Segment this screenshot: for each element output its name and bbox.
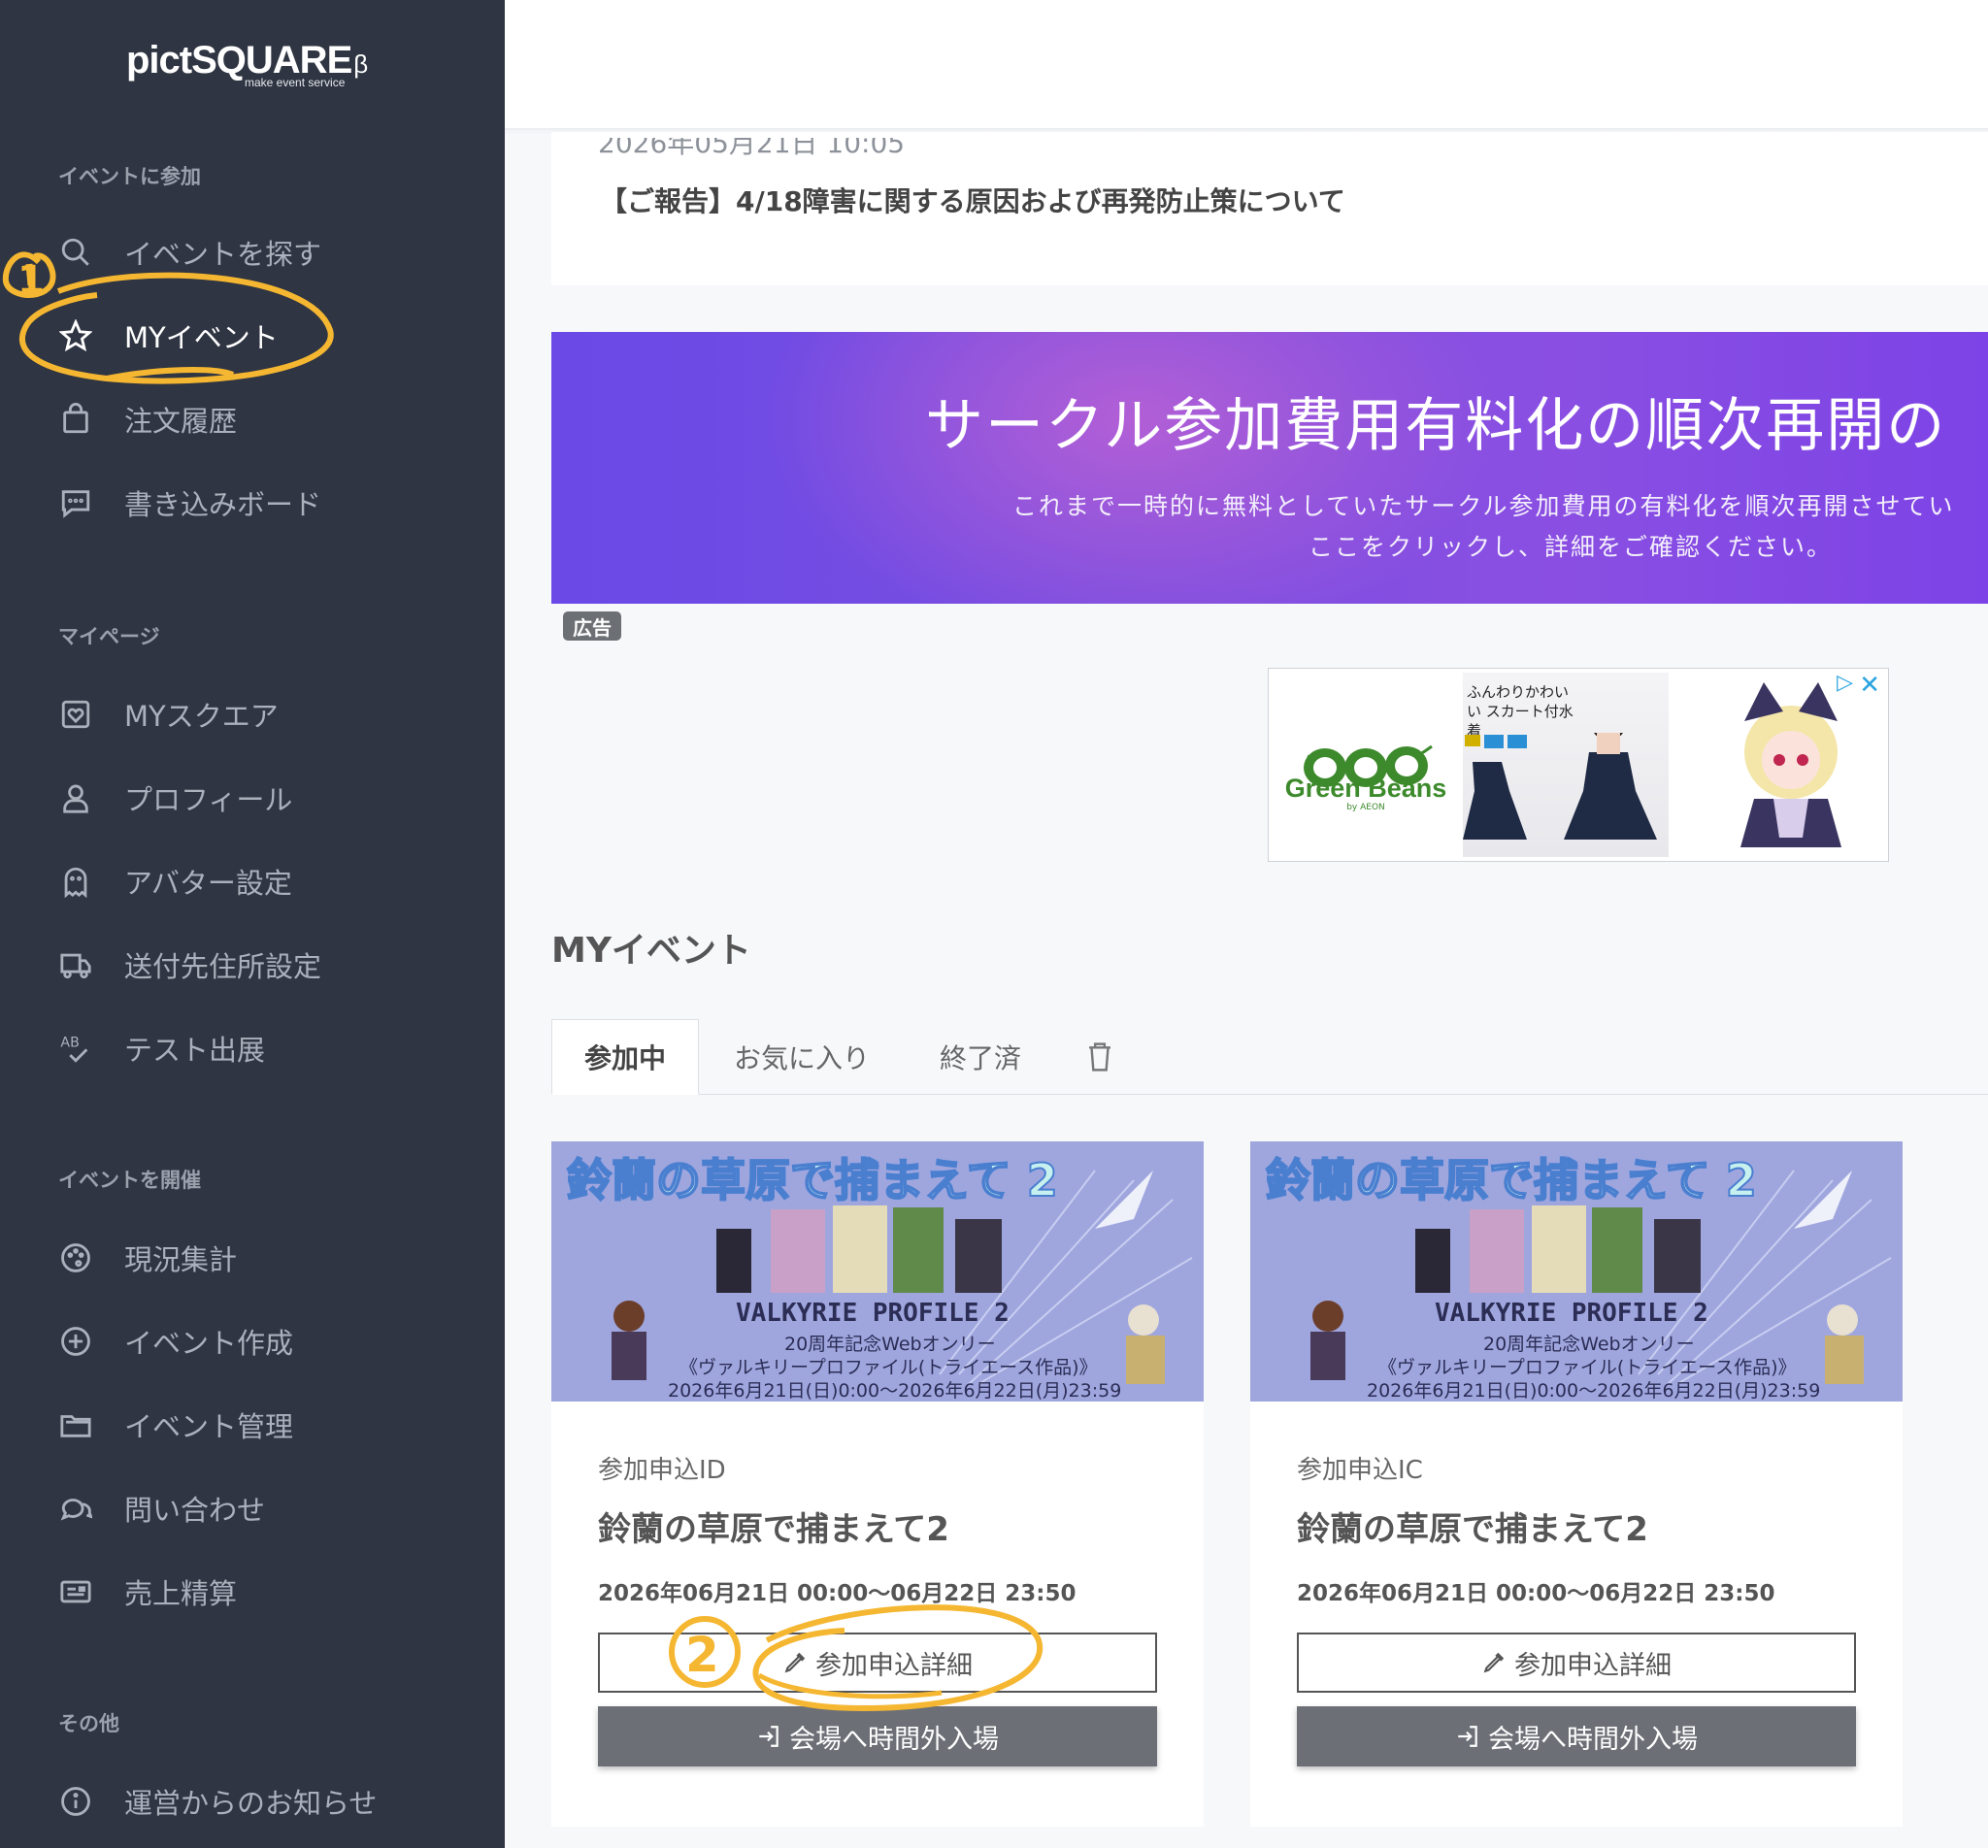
- enter-icon: [756, 1724, 781, 1749]
- event-card-banner[interactable]: 鈴蘭の草原で捕まえて 2 VALKYRIE PROFILE 2 20周年記念We…: [551, 1141, 1204, 1402]
- display-ad[interactable]: Green Beans by AEON ふんわりかわいい スカート付水着 ▷ ✕: [1268, 668, 1889, 862]
- section-title-mypage: マイページ: [58, 625, 160, 648]
- top-bar: [505, 0, 1988, 132]
- enter-icon: [1455, 1724, 1480, 1749]
- sidebar-item-order-history[interactable]: 注文履歴: [56, 390, 237, 448]
- news-title[interactable]: 【ご報告】4/18障害に関する原因および再発防止策について: [600, 181, 1345, 219]
- sidebar-item-profile[interactable]: プロフィール: [56, 769, 292, 827]
- event-card: 鈴蘭の草原で捕まえて 2 VALKYRIE PROFILE 2 20周年記念We…: [1250, 1141, 1903, 1827]
- event-banner-characters: [716, 1205, 1002, 1293]
- id-card-icon: [56, 1572, 95, 1611]
- sidebar-item-find-event[interactable]: イベントを探す: [56, 223, 321, 281]
- ad-product-photo: ふんわりかわいい スカート付水着: [1463, 673, 1669, 857]
- event-banner-game: VALKYRIE PROFILE 2: [736, 1299, 1010, 1328]
- event-banner-characters: [1415, 1205, 1701, 1293]
- chat-icon: [56, 1489, 95, 1528]
- enter-venue-button[interactable]: 会場へ時間外入場: [1297, 1706, 1856, 1766]
- application-detail-button[interactable]: 参加申込詳細: [598, 1633, 1157, 1693]
- application-detail-button[interactable]: 参加申込詳細: [1297, 1633, 1856, 1693]
- tab-ended[interactable]: 終了済: [940, 1019, 1021, 1095]
- ab-check-icon: AB: [56, 1029, 95, 1068]
- news-card[interactable]: 2026年05月21日 10:05 【ご報告】4/18障害に関する原因および再発…: [551, 132, 1988, 285]
- section-title-join: イベントに参加: [58, 165, 201, 188]
- event-banner-line-3: 2026年6月21日(日)0:00〜2026年6月22日(月)23:59: [1367, 1380, 1821, 1402]
- ad-brand: Green Beans: [1284, 774, 1447, 803]
- event-date: 2026年06月21日 00:00〜06月22日 23:50: [598, 1581, 1077, 1606]
- sidebar: pictSQUAREβ make event service イベントに参加 イ…: [0, 0, 505, 1848]
- plus-circle-icon: [56, 1322, 95, 1361]
- application-id-label: 参加申込ID: [598, 1456, 726, 1485]
- banner-line-2: ここをクリックし、詳細をご確認ください。: [1309, 533, 1834, 561]
- info-icon: [56, 1782, 95, 1821]
- banner-title: サークル参加費用有料化の順次再開の: [925, 392, 1947, 460]
- sidebar-item-manage-event[interactable]: イベント管理: [56, 1396, 293, 1454]
- sidebar-item-my-square[interactable]: MYスクエア: [56, 685, 279, 743]
- event-banner-line-3: 2026年6月21日(日)0:00〜2026年6月22日(月)23:59: [668, 1380, 1122, 1402]
- event-title[interactable]: 鈴蘭の草原で捕まえて2: [1297, 1502, 1648, 1550]
- sidebar-item-inquiry[interactable]: 問い合わせ: [56, 1479, 265, 1537]
- my-events-tabs: 参加中 お気に入り 終了済: [551, 1019, 1988, 1095]
- event-title[interactable]: 鈴蘭の草原で捕まえて2: [598, 1502, 949, 1550]
- promo-banner[interactable]: サークル参加費用有料化の順次再開の これまで一時的に無料としていたサークル参加費…: [551, 332, 1988, 604]
- heart-frame-icon: [56, 695, 95, 734]
- sidebar-item-sales-settlement[interactable]: 売上精算: [56, 1563, 237, 1621]
- sidebar-item-shipping-address[interactable]: 送付先住所設定: [56, 936, 321, 994]
- application-id-label: 参加申込IC: [1297, 1456, 1423, 1485]
- event-banner-line-1: 20周年記念Webオンリー: [784, 1334, 996, 1355]
- ad-character-image: [1740, 682, 1841, 847]
- user-icon: [56, 778, 95, 817]
- event-banner-line-2: 《ヴァルキリープロファイル(トライエース作品)》: [679, 1357, 1098, 1378]
- folder-icon: [56, 1405, 95, 1444]
- ad-product-text: ふんわりかわいい スカート付水着: [1467, 683, 1574, 740]
- ad-brand-sub: by AEON: [1346, 803, 1385, 812]
- event-date: 2026年06月21日 00:00〜06月22日 23:50: [1297, 1581, 1775, 1606]
- section-title-other: その他: [58, 1712, 119, 1735]
- sidebar-item-announcements[interactable]: 運営からのお知らせ: [56, 1772, 377, 1831]
- close-ad-icon[interactable]: ✕: [1859, 671, 1880, 700]
- app-logo[interactable]: pictSQUAREβ make event service: [126, 39, 368, 89]
- event-banner-line-1: 20周年記念Webオンリー: [1483, 1334, 1695, 1355]
- search-icon: [56, 233, 95, 272]
- pen-icon: [782, 1650, 808, 1675]
- star-icon: [56, 316, 95, 355]
- sidebar-item-message-board[interactable]: 書き込みボード: [56, 474, 321, 532]
- sidebar-item-test-exhibit[interactable]: AB テスト出展: [56, 1019, 265, 1077]
- event-banner-game: VALKYRIE PROFILE 2: [1435, 1299, 1708, 1328]
- tab-favorites[interactable]: お気に入り: [734, 1019, 870, 1095]
- sidebar-item-create-event[interactable]: イベント作成: [56, 1312, 293, 1370]
- section-title-host: イベントを開催: [58, 1169, 201, 1192]
- palette-icon: [56, 1238, 95, 1277]
- sidebar-item-status-summary[interactable]: 現況集計: [56, 1229, 237, 1287]
- sidebar-item-my-event[interactable]: MYイベント: [56, 307, 279, 365]
- event-banner-line-2: 《ヴァルキリープロファイル(トライエース作品)》: [1378, 1357, 1797, 1378]
- banner-line-1: これまで一時的に無料としていたサークル参加費用の有料化を順次再開させてい: [1012, 492, 1955, 520]
- tab-participating[interactable]: 参加中: [551, 1019, 699, 1095]
- message-board-icon: [56, 483, 95, 522]
- trash-icon[interactable]: [1085, 1019, 1114, 1095]
- enter-venue-button[interactable]: 会場へ時間外入場: [598, 1706, 1157, 1766]
- event-card-banner[interactable]: 鈴蘭の草原で捕まえて 2 VALKYRIE PROFILE 2 20周年記念We…: [1250, 1141, 1903, 1402]
- shopping-bag-icon: [56, 400, 95, 439]
- truck-icon: [56, 945, 95, 984]
- ghost-icon: [56, 862, 95, 901]
- event-card: 鈴蘭の草原で捕まえて 2 VALKYRIE PROFILE 2 20周年記念We…: [551, 1141, 1204, 1827]
- ad-label-badge: 広告: [563, 611, 621, 641]
- sidebar-item-avatar-settings[interactable]: アバター設定: [56, 852, 292, 910]
- svg-text:AB: AB: [60, 1036, 79, 1051]
- pen-icon: [1481, 1650, 1507, 1675]
- my-events-title: MYイベント: [551, 931, 751, 971]
- ad-choices-icon[interactable]: ▷: [1837, 671, 1853, 695]
